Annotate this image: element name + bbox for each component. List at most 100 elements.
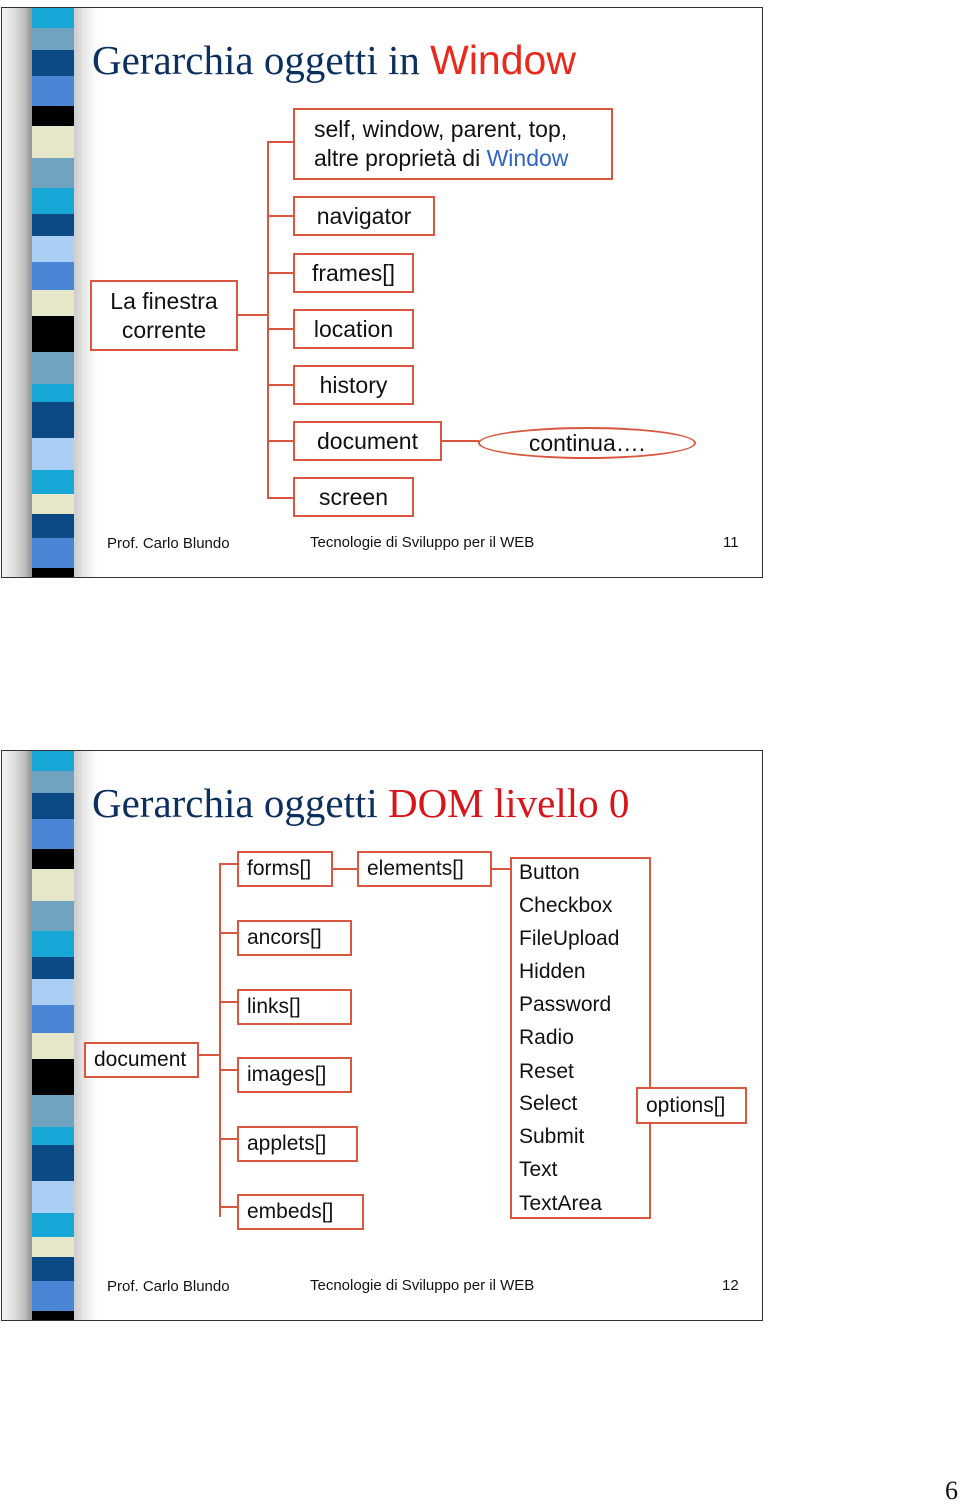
decorative-stripe-bar <box>32 8 74 577</box>
node-label: embeds[] <box>247 1200 334 1223</box>
page-number: 6 <box>945 1476 958 1505</box>
stripe-segment <box>32 793 74 819</box>
node-label: navigator <box>316 202 412 229</box>
node-window-properties: self, window, parent, top, altre proprie… <box>293 108 613 180</box>
stripe-segment <box>32 28 74 50</box>
stripe-segment <box>32 514 74 538</box>
node-label: elements[] <box>367 857 464 880</box>
node-options: options[] <box>636 1087 747 1124</box>
list-item: Submit <box>519 1125 585 1148</box>
list-item: Reset <box>519 1060 574 1083</box>
node-label: altre proprietà di Window <box>314 144 568 173</box>
list-item: Checkbox <box>519 894 613 917</box>
connector-line <box>267 141 294 143</box>
slide-title: Gerarchia oggetti DOM livello 0 <box>92 779 629 827</box>
list-item: Radio <box>519 1026 574 1049</box>
connector-line <box>332 868 358 870</box>
node-label: images[] <box>247 1063 327 1086</box>
list-item: Button <box>519 861 580 884</box>
node-location: location <box>293 309 414 349</box>
node-document: document <box>84 1042 199 1078</box>
connector-line <box>267 440 294 442</box>
stripe-segment <box>32 1181 74 1213</box>
footer-author: Prof. Carlo Blundo <box>107 535 230 552</box>
stripe-segment <box>32 538 74 568</box>
node-history: history <box>293 365 414 405</box>
node-label: corrente <box>121 316 207 343</box>
node-label-text: altre proprietà di <box>314 145 487 171</box>
list-item: TextArea <box>519 1192 602 1215</box>
node-current-window: La finestra corrente <box>90 280 238 351</box>
connector-line <box>219 1138 238 1140</box>
stripe-segment <box>32 1257 74 1281</box>
slide-12: Gerarchia oggetti DOM livello 0 document… <box>1 750 763 1321</box>
node-frames: frames[] <box>293 253 414 293</box>
stripe-segment <box>32 494 74 514</box>
stripe-segment <box>32 158 74 188</box>
stripe-segment <box>32 1127 74 1145</box>
stripe-segment <box>32 751 74 771</box>
node-label: options[] <box>646 1093 726 1117</box>
title-accent: Window <box>430 37 576 83</box>
connector-line <box>267 328 294 330</box>
stripe-segment <box>32 50 74 76</box>
connector-line <box>267 497 294 499</box>
list-item: Hidden <box>519 960 586 983</box>
stripe-segment <box>32 901 74 931</box>
stripe-segment <box>32 1059 74 1095</box>
stripe-segment <box>32 8 74 28</box>
stripe-segment <box>32 1033 74 1059</box>
stripe-segment <box>32 290 74 316</box>
title-text: Gerarchia oggetti in <box>92 37 431 83</box>
stripe-segment <box>32 262 74 290</box>
connector-line <box>219 1069 238 1071</box>
stripe-segment <box>32 1237 74 1257</box>
stripe-segment <box>32 214 74 236</box>
decorative-stripe-bar <box>32 751 74 1320</box>
stripe-segment <box>32 1311 74 1320</box>
connector-line <box>236 314 268 316</box>
stripe-segment <box>32 236 74 262</box>
stripe-segment <box>32 931 74 957</box>
node-label: document <box>94 1048 187 1071</box>
node-ancors: ancors[] <box>237 920 352 956</box>
stripe-segment <box>32 771 74 793</box>
stripe-segment <box>32 352 74 384</box>
stripe-segment <box>32 1145 74 1181</box>
stripe-segment <box>32 126 74 158</box>
node-label: links[] <box>247 995 301 1018</box>
connector-line <box>267 215 294 217</box>
stripe-segment <box>32 106 74 126</box>
node-label: document <box>316 427 418 454</box>
node-elements: elements[] <box>357 851 492 887</box>
connector-trunk <box>267 141 269 499</box>
footer-author: Prof. Carlo Blundo <box>107 1278 230 1295</box>
stripe-segment <box>32 438 74 470</box>
stripe-segment <box>32 1095 74 1127</box>
continua-label: continua…. <box>528 429 646 456</box>
node-label: forms[] <box>247 857 312 880</box>
connector-line <box>219 1001 238 1003</box>
element-types-list: Button Checkbox FileUpload Hidden Passwo… <box>510 857 651 1219</box>
title-accent: DOM livello 0 <box>387 780 630 826</box>
list-item: Select <box>519 1092 578 1115</box>
stripe-segment <box>32 849 74 869</box>
list-item: Password <box>519 993 612 1016</box>
connector-line <box>219 1206 238 1208</box>
stripe-segment <box>32 568 74 577</box>
node-label: screen <box>318 483 389 510</box>
list-item: FileUpload <box>519 927 620 950</box>
node-applets: applets[] <box>237 1126 358 1162</box>
stripe-segment <box>32 979 74 1005</box>
node-label: ancors[] <box>247 926 322 949</box>
slide-title: Gerarchia oggetti in Window <box>92 36 576 84</box>
node-label-accent: Window <box>486 145 569 171</box>
node-label: location <box>313 315 394 342</box>
stripe-segment <box>32 384 74 402</box>
connector-line <box>219 863 238 865</box>
stripe-segment <box>32 316 74 352</box>
connector-line <box>198 1054 220 1056</box>
connector-line <box>441 440 479 442</box>
connector-line <box>267 272 294 274</box>
node-links: links[] <box>237 989 352 1025</box>
